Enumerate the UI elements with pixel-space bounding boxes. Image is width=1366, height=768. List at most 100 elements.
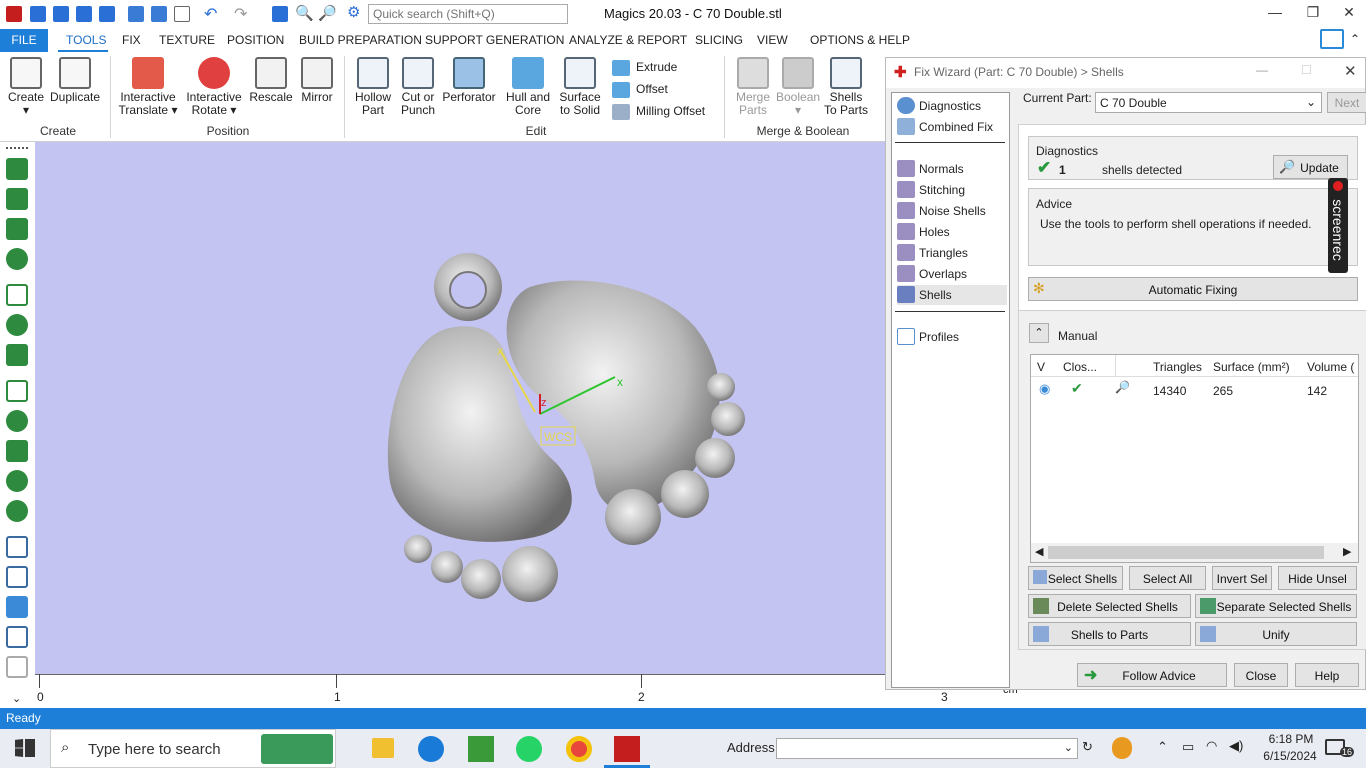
nav-holes[interactable]: Holes [897,222,1007,242]
minimize-icon[interactable]: — [1260,4,1290,24]
extrude-button[interactable]: Extrude [612,60,677,76]
panel-close-icon[interactable]: ✕ [1344,62,1357,80]
boolean-button[interactable]: Boolean ▾ [776,52,820,117]
select-triangle-icon[interactable] [6,158,28,180]
battery-icon[interactable]: ▭ [1182,739,1194,755]
delete-selected-shells-button[interactable]: Delete Selected Shells [1028,594,1191,618]
select-shell-icon[interactable] [6,248,28,270]
tab-support-generation[interactable]: SUPPORT GENERATION [425,33,564,47]
col-volume[interactable]: Volume ( [1307,360,1354,374]
nav-shells[interactable]: Shells [897,285,1007,305]
restore-icon[interactable]: ❐ [1298,4,1328,24]
panel-maximize-icon[interactable]: ☐ [1301,63,1312,77]
help-button[interactable]: Help [1295,663,1359,687]
tab-build-preparation[interactable]: BUILD PREPARATION [299,33,422,47]
whatsapp-icon[interactable] [516,736,542,762]
tab-tools[interactable]: TOOLS [66,33,106,47]
select-shells-button[interactable]: Select Shells [1028,566,1123,590]
rescale-button[interactable]: Rescale [248,52,294,104]
box-icon[interactable] [6,536,28,558]
select-all-button[interactable]: Select All [1129,566,1206,590]
invert-icon[interactable] [6,500,28,522]
quick-search-input[interactable] [368,4,568,24]
hull-core-button[interactable]: Hull and Core [502,52,554,117]
nav-profiles[interactable]: Profiles [897,327,1007,347]
col-visible[interactable]: V [1037,360,1045,374]
separate-selected-shells-button[interactable]: Separate Selected Shells [1195,594,1357,618]
close-button[interactable]: Close [1234,663,1288,687]
save-icon[interactable] [76,6,92,22]
create-button[interactable]: Create ▾ [4,52,48,117]
scroll-left-icon[interactable]: ◀ [1035,545,1043,558]
collapse-manual-button[interactable]: ⌃ [1029,323,1049,343]
mirror-button[interactable]: Mirror [296,52,338,104]
magics-app-icon[interactable] [614,736,640,762]
offset-button[interactable]: Offset [612,82,668,98]
unmark-icon[interactable] [6,656,28,678]
col-closed[interactable]: Clos... [1063,360,1097,374]
collapse-ribbon-icon[interactable]: ⌃ [1350,32,1360,46]
tab-position[interactable]: POSITION [227,33,284,47]
scroll-right-icon[interactable]: ▶ [1343,545,1351,558]
brush-icon[interactable] [6,314,28,336]
milling-offset-button[interactable]: Milling Offset [612,104,705,120]
eye-icon[interactable]: ◉ [1039,381,1050,397]
address-input[interactable]: ⌄ [776,738,1078,759]
tab-slicing[interactable]: SLICING [695,33,743,47]
redo-icon[interactable]: ↷ [234,4,247,24]
curve-icon[interactable] [6,344,28,366]
screenrec-widget[interactable]: screenrec [1328,178,1348,273]
edge-icon[interactable] [418,736,444,762]
nav-normals[interactable]: Normals [897,159,1007,179]
duplicate-button[interactable]: Duplicate [48,52,102,104]
nav-overlaps[interactable]: Overlaps [897,264,1007,284]
col-surface[interactable]: Surface (mm²) [1213,360,1290,374]
panel-minimize-icon[interactable]: — [1256,63,1268,77]
unify-button[interactable]: Unify [1195,622,1357,646]
settings-gear-icon[interactable]: ⚙ [347,3,360,21]
new-file-icon[interactable] [30,6,46,22]
lasso-icon[interactable] [6,284,28,306]
wifi-icon[interactable]: ◠ [1206,738,1217,754]
grow-selection-icon[interactable] [6,410,28,432]
nav-triangles[interactable]: Triangles [897,243,1007,263]
select-surface-icon[interactable] [6,218,28,240]
cut-punch-button[interactable]: Cut or Punch [396,52,440,117]
undo-icon[interactable]: ↶ [204,4,217,24]
chrome-icon[interactable] [566,736,592,762]
expand-icon[interactable] [6,440,28,462]
address-dropdown-icon[interactable]: ⌄ [1064,741,1073,754]
polyline-icon[interactable] [6,380,28,402]
shells-to-parts-button[interactable]: Shells to Parts [1028,622,1191,646]
col-triangles[interactable]: Triangles [1153,360,1202,374]
clock-date[interactable]: 6/15/2024 [1258,749,1322,763]
next-button[interactable]: Next [1327,92,1366,113]
select-mode-icon[interactable] [272,6,288,22]
export-icon[interactable] [151,6,167,22]
display-settings-icon[interactable] [1320,29,1344,49]
color-box-icon[interactable] [6,596,28,618]
mark-icon[interactable] [6,626,28,648]
zoom-icon[interactable]: 🔍 [295,4,314,22]
refresh-icon[interactable]: ↻ [1082,739,1093,755]
merge-parts-button[interactable]: Merge Parts [730,52,776,117]
more-tools-icon[interactable]: ⌄ [12,692,21,705]
tab-fix[interactable]: FIX [122,33,141,47]
table-row[interactable]: ◉ ✔ 🔎 14340 265 142 [1031,378,1358,400]
perforator-button[interactable]: Perforator [440,52,498,104]
tab-options-help[interactable]: OPTIONS & HELP [810,33,910,47]
antivirus-icon[interactable] [1112,737,1132,759]
automatic-fixing-button[interactable]: ✻ Automatic Fixing [1028,277,1358,301]
current-part-select[interactable]: C 70 Double ⌄ [1095,92,1322,113]
volume-icon[interactable]: ◀) [1229,738,1243,754]
show-hidden-icons[interactable]: ⌃ [1157,739,1168,755]
box-select-icon[interactable] [6,566,28,588]
taskbar-search-box[interactable]: ⌕ Type here to search [50,729,336,768]
wheel-icon[interactable] [6,470,28,492]
tab-texture[interactable]: TEXTURE [159,33,215,47]
tab-file[interactable]: FILE [0,29,48,52]
surface-to-solid-button[interactable]: Surface to Solid [556,52,604,117]
app-green-icon[interactable] [468,736,494,762]
nav-combined-fix[interactable]: Combined Fix [897,117,1007,137]
open-file-icon[interactable] [53,6,69,22]
